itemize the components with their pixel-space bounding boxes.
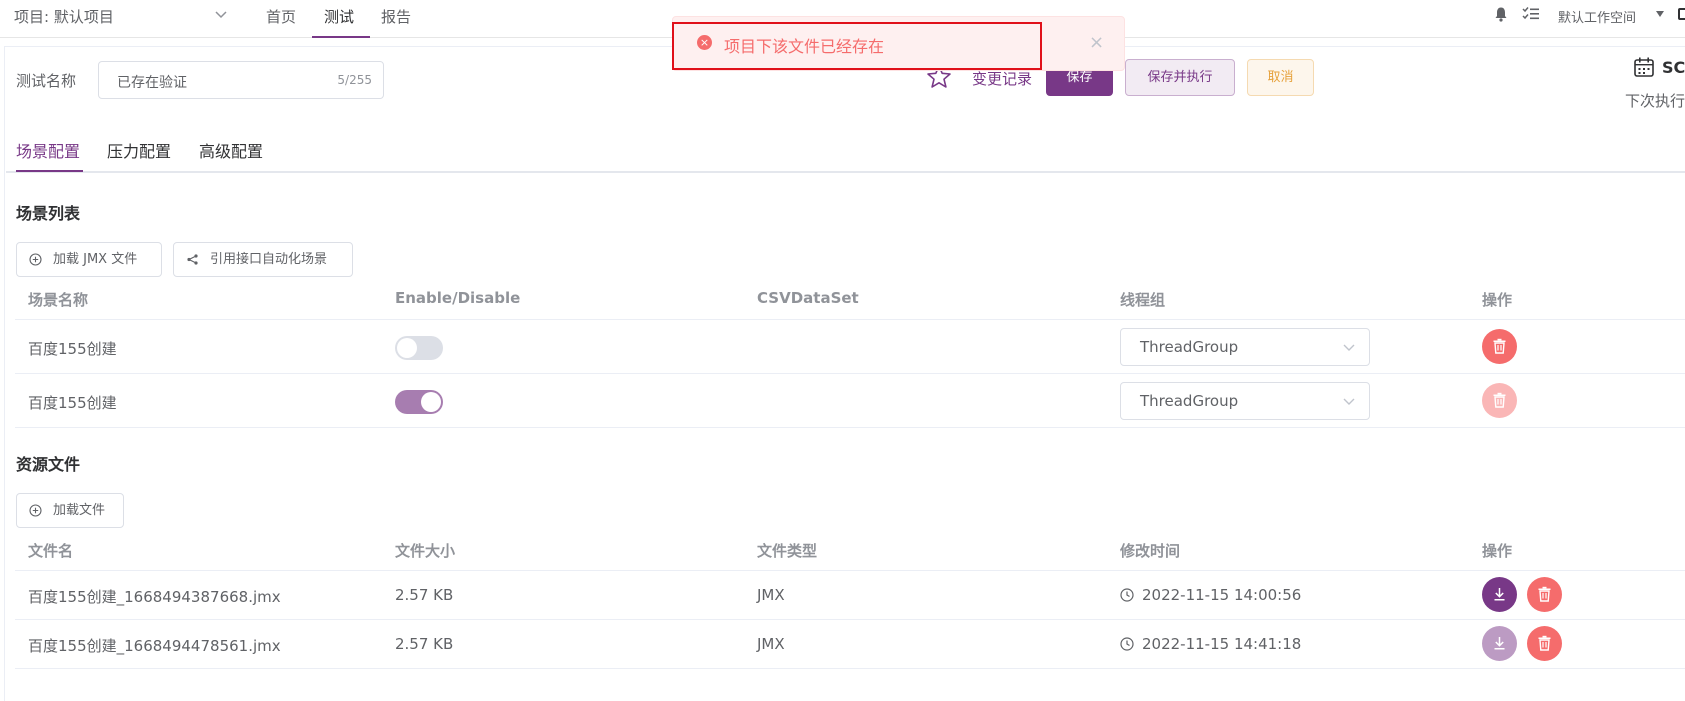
download-button[interactable] <box>1482 577 1517 612</box>
save-and-run-button[interactable]: 保存并执行 <box>1125 59 1235 96</box>
modified-time: 2022-11-15 14:00:56 <box>1142 586 1302 604</box>
thread-group-select[interactable]: ThreadGroup <box>1120 328 1370 366</box>
scene-name: 百度155创建 <box>28 340 117 358</box>
close-icon[interactable]: × <box>1089 34 1104 52</box>
trash-icon <box>1538 586 1551 602</box>
tab-advanced-config[interactable]: 高级配置 <box>199 138 263 162</box>
delete-button[interactable] <box>1527 577 1562 612</box>
schedule-title: SC <box>1662 58 1685 77</box>
tab-active-indicator <box>16 170 83 172</box>
load-file-label: 加载文件 <box>53 503 106 518</box>
nav-test[interactable]: 测试 <box>324 6 354 27</box>
nav-report[interactable]: 报告 <box>381 6 411 27</box>
test-name-value: 已存在验证 <box>117 75 187 91</box>
tab-scene-config[interactable]: 场景配置 <box>16 138 80 162</box>
col-file-name: 文件名 <box>28 542 74 560</box>
trash-icon <box>1538 635 1551 651</box>
tab-load-config[interactable]: 压力配置 <box>107 138 171 162</box>
col-enable-disable: Enable/Disable <box>395 289 521 307</box>
modified-time: 2022-11-15 14:41:18 <box>1142 635 1302 653</box>
delete-button[interactable] <box>1527 626 1562 661</box>
task-list-icon[interactable] <box>1522 6 1540 22</box>
reference-api-scenario-button[interactable]: 引用接口自动化场景 <box>173 242 353 277</box>
scene-name: 百度155创建 <box>28 394 117 412</box>
row-divider <box>15 319 1685 320</box>
char-counter: 5/255 <box>337 73 372 87</box>
download-button[interactable] <box>1482 626 1517 661</box>
calendar-icon[interactable] <box>1633 56 1655 78</box>
download-icon <box>1494 637 1505 650</box>
col-scene-name: 场景名称 <box>28 291 89 309</box>
file-name: 百度155创建_1668494387668.jmx <box>28 588 281 606</box>
bell-icon[interactable] <box>1493 6 1509 22</box>
changelog-link[interactable]: 变更记录 <box>972 68 1032 89</box>
file-size: 2.57 KB <box>395 586 454 604</box>
col-thread-group: 线程组 <box>1120 291 1166 309</box>
chevron-down-icon <box>1343 398 1355 405</box>
thread-group-value: ThreadGroup <box>1140 392 1239 410</box>
share-icon <box>187 254 198 265</box>
clock-icon <box>1120 588 1134 602</box>
project-selector[interactable]: 项目: 默认项目 <box>14 6 114 27</box>
test-name-input[interactable]: 已存在验证 5/255 <box>98 61 384 99</box>
trash-icon <box>1493 338 1506 354</box>
plus-circle-icon <box>29 253 42 266</box>
col-csv-dataset: CSVDataSet <box>757 289 859 307</box>
chevron-down-icon <box>1343 344 1355 351</box>
reference-api-label: 引用接口自动化场景 <box>210 252 328 267</box>
clock-icon <box>1120 637 1134 651</box>
file-size: 2.57 KB <box>395 635 454 653</box>
thread-group-value: ThreadGroup <box>1140 338 1239 356</box>
chevron-down-icon[interactable] <box>214 8 228 22</box>
load-file-button[interactable]: 加载文件 <box>16 493 124 528</box>
enable-switch[interactable] <box>395 336 443 360</box>
thread-group-select[interactable]: ThreadGroup <box>1120 382 1370 420</box>
next-run-label: 下次执行 <box>1625 92 1685 110</box>
plus-circle-icon <box>29 504 42 517</box>
window-icon[interactable] <box>1678 8 1685 20</box>
row-divider <box>15 668 1685 669</box>
row-divider <box>15 619 1685 620</box>
trash-icon <box>1493 392 1506 408</box>
row-divider <box>15 570 1685 571</box>
file-name: 百度155创建_1668494478561.jmx <box>28 637 281 655</box>
col-actions: 操作 <box>1482 291 1513 309</box>
col-actions: 操作 <box>1482 542 1513 560</box>
delete-button[interactable] <box>1482 383 1517 418</box>
row-divider <box>15 373 1685 374</box>
file-type: JMX <box>757 586 785 604</box>
nav-active-indicator <box>312 36 370 38</box>
nav-home[interactable]: 首页 <box>266 6 296 27</box>
enable-switch[interactable] <box>395 390 443 414</box>
load-jmx-button[interactable]: 加载 JMX 文件 <box>16 242 162 277</box>
test-name-label: 测试名称 <box>16 72 77 90</box>
scene-list-title: 场景列表 <box>16 204 81 223</box>
col-file-size: 文件大小 <box>395 542 456 560</box>
error-circle-icon: × <box>697 35 712 50</box>
toast-message: 项目下该文件已经存在 <box>724 37 885 56</box>
tabs-divider <box>6 171 1685 173</box>
download-icon <box>1494 588 1505 601</box>
caret-down-icon[interactable] <box>1656 11 1664 17</box>
cancel-button[interactable]: 取消 <box>1247 59 1314 96</box>
col-file-type: 文件类型 <box>757 542 818 560</box>
delete-button[interactable] <box>1482 329 1517 364</box>
workspace-selector[interactable]: 默认工作空间 <box>1558 7 1636 26</box>
file-type: JMX <box>757 635 785 653</box>
row-divider <box>15 427 1685 428</box>
resource-files-title: 资源文件 <box>16 455 81 474</box>
col-modified-time: 修改时间 <box>1120 542 1181 560</box>
load-jmx-label: 加载 JMX 文件 <box>53 252 138 267</box>
